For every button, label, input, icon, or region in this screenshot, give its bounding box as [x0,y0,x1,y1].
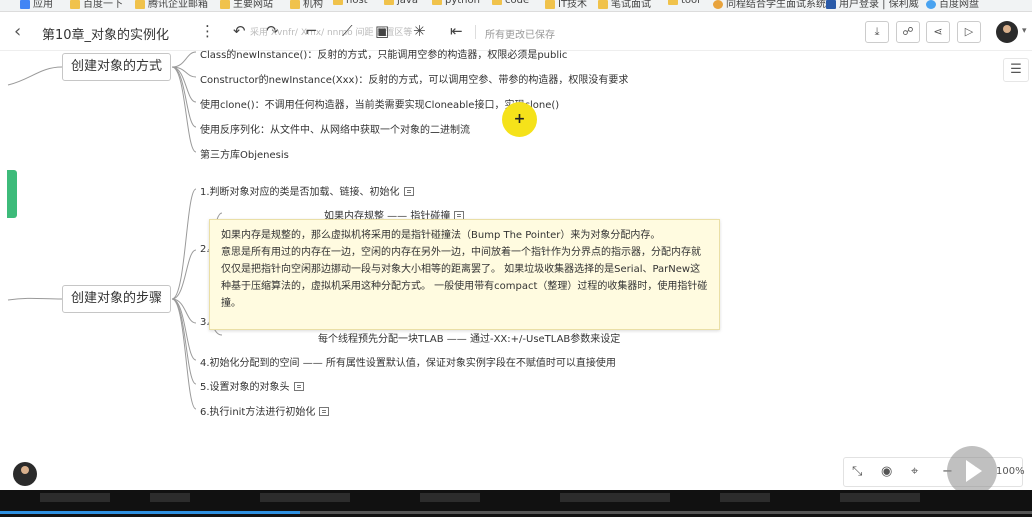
video-progress-bar[interactable] [0,511,300,514]
leaf-objenesis[interactable]: 第三方库Objenesis [200,146,289,161]
note-icon[interactable] [403,186,414,196]
note-icon[interactable] [319,406,330,416]
tooltip-paragraph: 如果内存是规整的，那么虚拟机将采用的是指针碰撞法（Bump The Pointe… [221,230,661,241]
note-tooltip: 如果内存是规整的，那么虚拟机将采用的是指针碰撞法（Bump The Pointe… [209,219,720,330]
locate-icon[interactable]: ⌖ [911,464,918,479]
leaf-constructor[interactable]: Constructor的newInstance(Xxx)：反射的方式，可以调用空… [200,71,628,86]
eye-icon[interactable]: ◉ [881,464,892,479]
leaf-newinstance[interactable]: Class的newInstance()：反射的方式，只能调用空参的构造器，权限必… [200,46,567,61]
leaf-step-6[interactable]: 6.执行init方法进行初始化 [200,403,330,418]
node-object-creation-steps[interactable]: 创建对象的步骤 [62,285,172,313]
fit-screen-icon[interactable]: ⤡ [852,464,862,479]
video-progress-track[interactable] [300,511,1032,514]
node-object-creation-methods[interactable]: 创建对象的方式 [62,53,172,81]
leaf-deserialization[interactable]: 使用反序列化：从文件中、从网络中获取一个对象的二进制流 [200,121,470,136]
note-icon[interactable] [293,381,304,391]
leaf-step-4[interactable]: 4.初始化分配到的空间 —— 所有属性设置默认值，保证对象实例字段在不赋值时可以… [200,354,616,369]
leaf-step-3-sub[interactable]: 每个线程预先分配一块TLAB —— 通过-XX:+/-UseTLAB参数来设定 [318,330,620,345]
cursor-highlight: + [502,102,537,137]
play-icon[interactable] [947,446,997,496]
leaf-step-5[interactable]: 5.设置对象的对象头 [200,378,304,393]
presenter-avatar [13,462,37,486]
leaf-step-1[interactable]: 1.判断对象对应的类是否加载、链接、初始化 [200,183,414,198]
zoom-level: 100% [996,466,1025,477]
tooltip-paragraph: 意思是所有用过的内存在一边，空闲的内存在另外一边，中间放着一个指针作为分界点的指… [221,247,708,309]
